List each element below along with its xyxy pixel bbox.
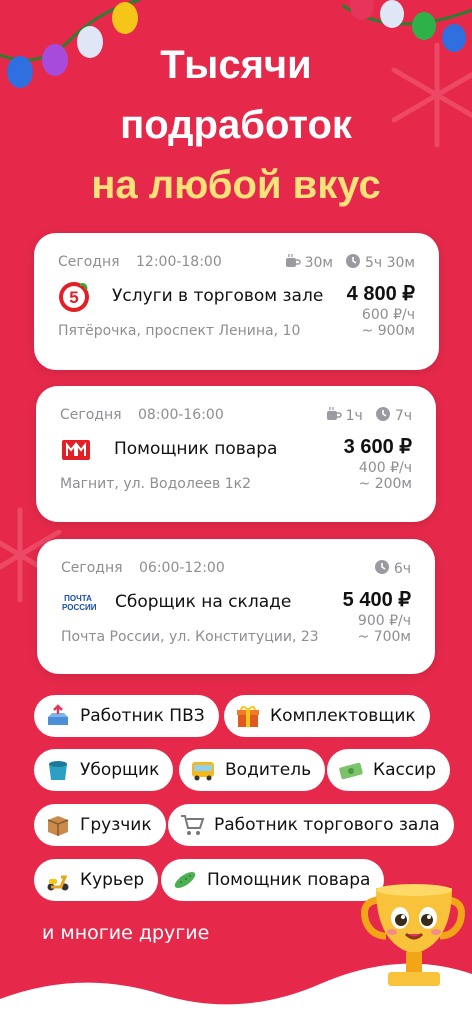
category-label: Работник торгового зала (214, 815, 440, 835)
category-label: Кассир (373, 760, 437, 780)
break-duration: 30м (304, 255, 333, 271)
category-chip-cashier[interactable]: Кассир (327, 749, 451, 791)
money-icon (337, 756, 365, 784)
trophy-mascot-icon (361, 884, 465, 986)
category-chip-loader[interactable]: Грузчик (34, 804, 166, 846)
bucket-icon (44, 756, 72, 784)
shift-duration: 6ч (393, 561, 411, 577)
parcel-tray-icon (44, 702, 72, 730)
category-chip-cook-assistant[interactable]: Помощник повара (161, 859, 385, 901)
category-chip-pvz[interactable]: Работник ПВЗ (34, 695, 219, 737)
scooter-icon (44, 866, 72, 894)
gift-icon (234, 702, 262, 730)
job-date: Сегодня (61, 560, 123, 576)
job-distance: ~ 900м (361, 323, 415, 339)
job-title: Сборщик на складе (115, 592, 292, 612)
hero-title-line3: на любой вкус (91, 163, 381, 207)
job-time: 08:00-16:00 (138, 407, 224, 423)
shift-duration: 7ч (394, 408, 412, 424)
bus-icon (189, 756, 217, 784)
job-address: Почта России, ул. Конституции, 23 (61, 629, 319, 645)
job-price: 4 800 ₽ (346, 283, 415, 305)
shift-duration: 5ч 30м (364, 255, 415, 271)
job-hourly-rate: 400 ₽/ч (358, 460, 412, 476)
category-chip-driver[interactable]: Водитель (179, 749, 326, 791)
job-hourly-rate: 600 ₽/ч (361, 307, 415, 323)
break-duration: 1ч (345, 408, 363, 424)
job-card[interactable]: Сегодня 06:00-12:00 6ч ПОЧТА РОССИИ Сбор… (37, 539, 435, 674)
hero-title-line1: Тысячи (160, 43, 312, 87)
category-label: Комплектовщик (270, 706, 416, 726)
clock-icon (345, 253, 361, 273)
job-price: 3 600 ₽ (343, 436, 412, 458)
category-label: Водитель (225, 760, 312, 780)
clock-icon (374, 559, 390, 579)
hero-title-line2: подработок (120, 103, 352, 147)
category-chip-cleaner[interactable]: Уборщик (34, 749, 174, 791)
job-time: 06:00-12:00 (139, 560, 225, 576)
job-card[interactable]: Сегодня 12:00-18:00 30м 5ч 30м 5 Услуги … (34, 233, 439, 370)
category-chip-sales-floor[interactable]: Работник торгового зала (168, 804, 454, 846)
job-time: 12:00-18:00 (136, 254, 222, 270)
category-label: Уборщик (80, 760, 160, 780)
job-card[interactable]: Сегодня 08:00-16:00 1ч 7ч Помощник повар… (36, 386, 436, 522)
job-distance: ~ 700м (357, 629, 411, 645)
box-icon (44, 811, 72, 839)
category-label: Помощник повара (207, 870, 371, 890)
job-date: Сегодня (58, 254, 120, 270)
category-chip-picker[interactable]: Комплектовщик (224, 695, 430, 737)
category-chip-courier[interactable]: Курьер (34, 859, 159, 901)
category-label: Курьер (80, 870, 145, 890)
job-address: Магнит, ул. Водолеев 1к2 (60, 476, 252, 492)
job-distance: ~ 200м (358, 476, 412, 492)
coffee-icon (285, 253, 301, 273)
svg-text:5: 5 (69, 288, 78, 307)
pyaterochka-logo: 5 (59, 282, 89, 312)
job-date: Сегодня (60, 407, 122, 423)
clock-icon (375, 406, 391, 426)
magnit-logo (62, 440, 90, 460)
more-categories-text: и многие другие (42, 922, 210, 944)
job-price: 5 400 ₽ (342, 589, 411, 611)
job-title: Услуги в торговом зале (112, 286, 324, 306)
job-hourly-rate: 900 ₽/ч (357, 613, 411, 629)
cucumber-icon (171, 866, 199, 894)
job-title: Помощник повара (114, 439, 278, 459)
cart-icon (178, 811, 206, 839)
pochta-logo: ПОЧТА РОССИИ (61, 587, 97, 619)
pochta-logo-text: ПОЧТА РОССИИ (62, 594, 97, 612)
category-label: Работник ПВЗ (80, 706, 205, 726)
category-label: Грузчик (80, 815, 152, 835)
coffee-icon (326, 406, 342, 426)
job-address: Пятёрочка, проспект Ленина, 10 (58, 323, 301, 339)
